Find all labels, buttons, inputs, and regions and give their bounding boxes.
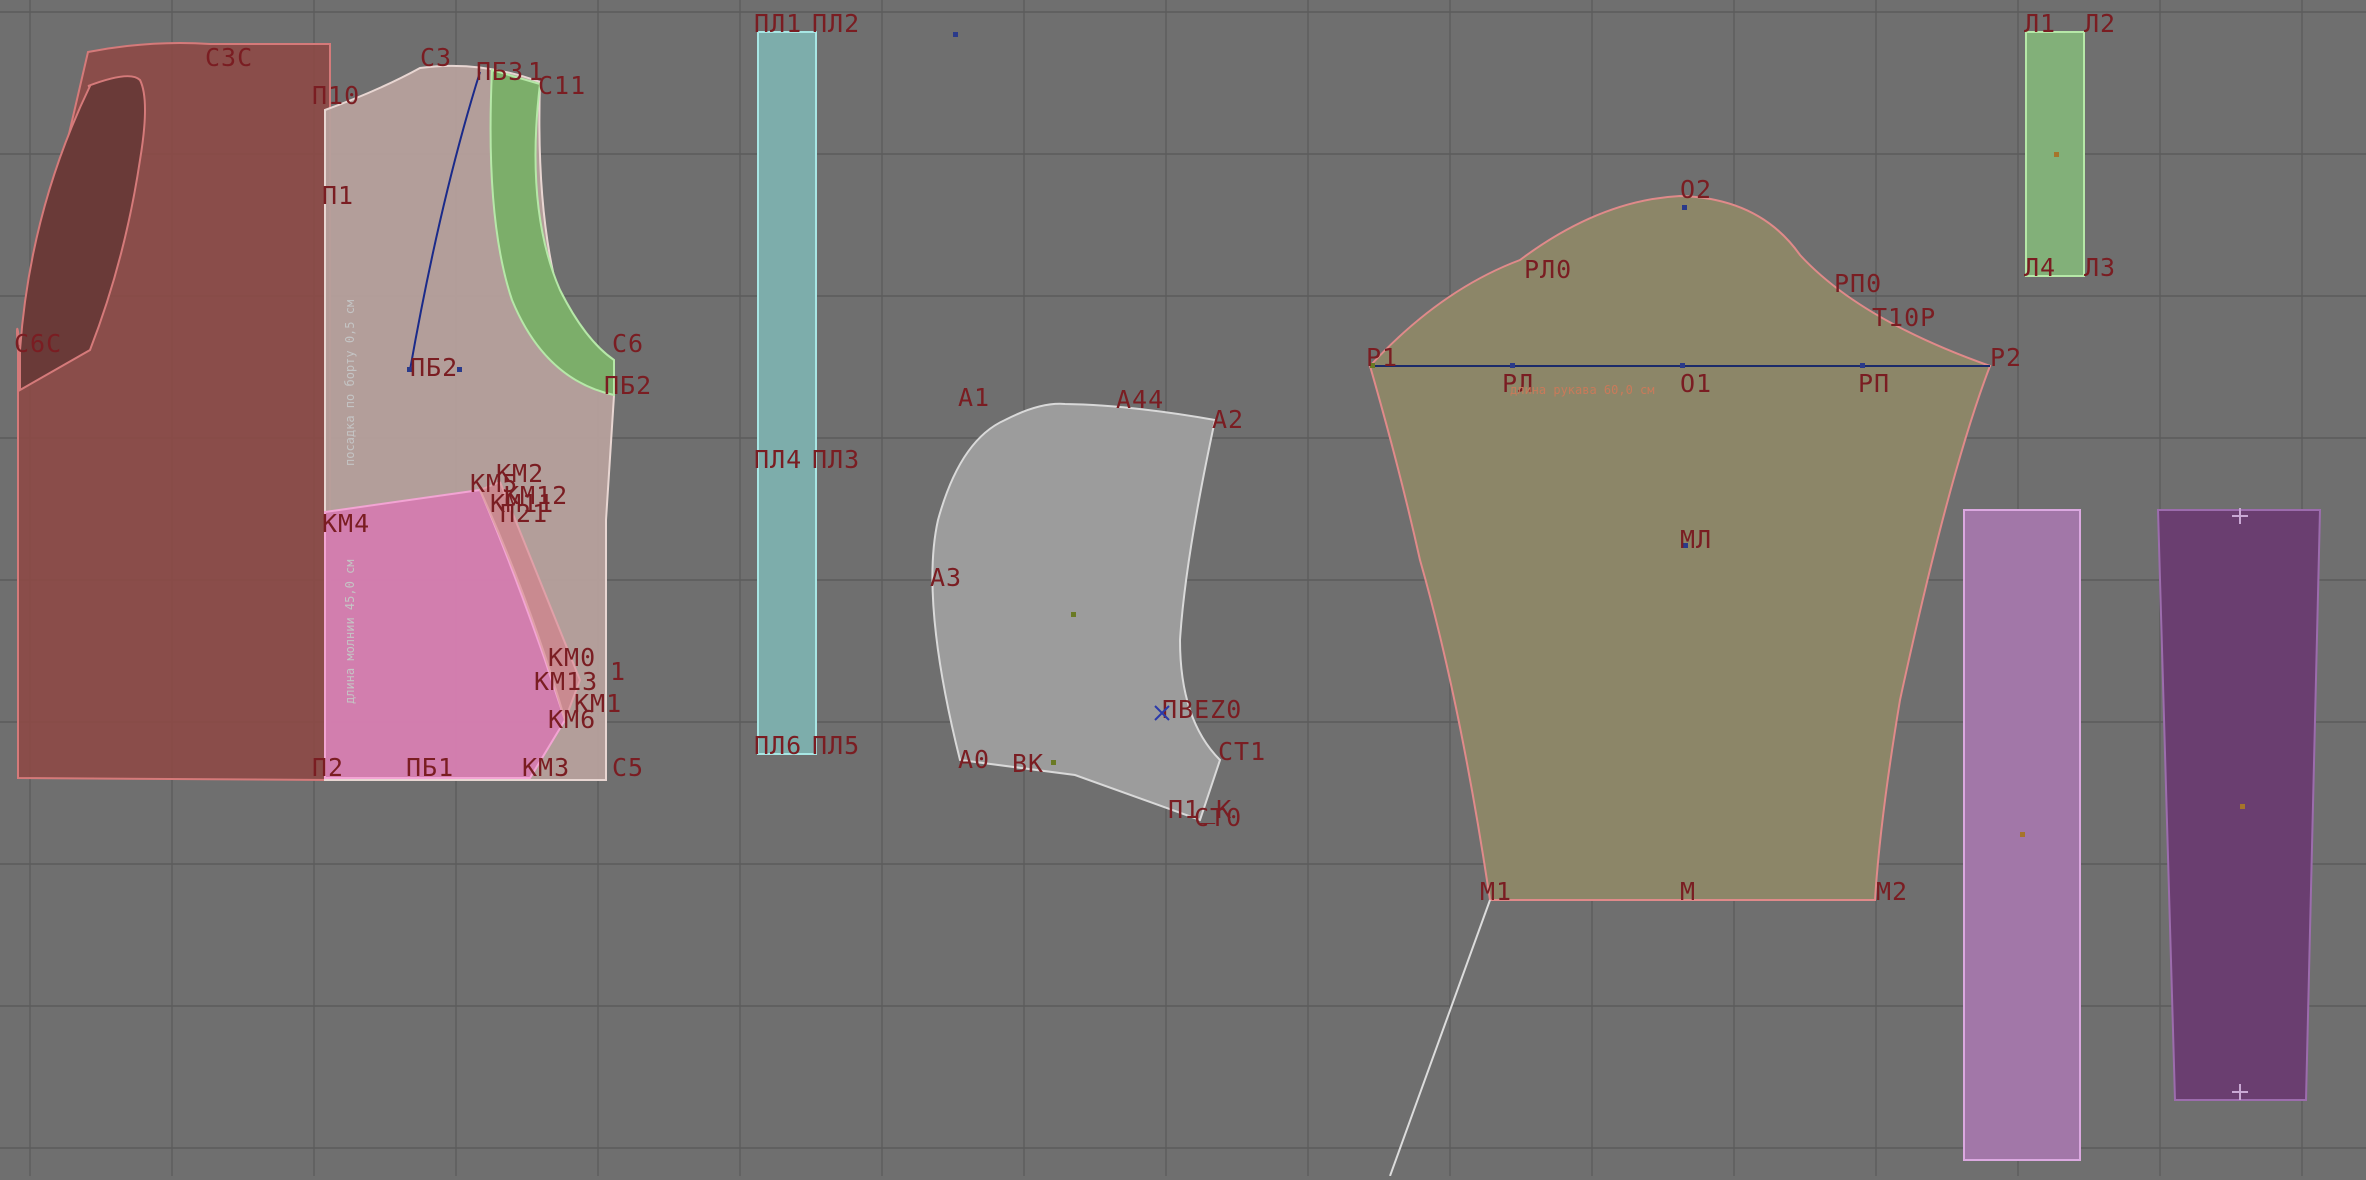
label-rp0: РП0 bbox=[1834, 269, 1882, 298]
label-pl2: ПЛ2 bbox=[812, 9, 860, 38]
label-pl5: ПЛ5 bbox=[812, 731, 860, 760]
edge-ease-note: посадка по борту 0,5 см bbox=[343, 300, 357, 466]
label-a0: А0 bbox=[958, 745, 990, 774]
cuff-piece[interactable] bbox=[2156, 508, 2322, 1101]
label-a44: А44 bbox=[1116, 385, 1164, 414]
back-piece[interactable] bbox=[16, 42, 331, 782]
label-ml: МЛ bbox=[1680, 525, 1712, 554]
label-km6: КМ6 bbox=[548, 705, 596, 734]
zipper-length-note: длина молнии 45,0 см bbox=[343, 560, 357, 705]
label-r1: Р1 bbox=[1366, 343, 1398, 372]
label-st0: СТ0 bbox=[1194, 803, 1242, 832]
label-a1: А1 bbox=[958, 383, 990, 412]
label-p10: П10 bbox=[312, 81, 360, 110]
label-s3: С3 bbox=[420, 43, 452, 72]
label-p2: П2 bbox=[312, 753, 344, 782]
label-p21: П21 bbox=[500, 499, 548, 528]
cuff-panel[interactable] bbox=[2156, 509, 2322, 1101]
label-m: М bbox=[1680, 877, 1696, 906]
label-s6s: С6С bbox=[14, 329, 62, 358]
sleeve-piece[interactable] bbox=[1368, 194, 1992, 1177]
label-pvez0: ПВЕZ0 bbox=[1162, 695, 1242, 724]
label-p1: П1 bbox=[322, 181, 354, 210]
label-s6: С6 bbox=[612, 329, 644, 358]
label-o2: О2 bbox=[1680, 175, 1712, 204]
label-km4: КМ4 bbox=[322, 509, 370, 538]
label-pb3: ПБ3 bbox=[476, 57, 524, 86]
label-st1: СТ1 bbox=[1218, 737, 1266, 766]
pattern-canvas[interactable]: С3С С6С П10 С3 ПБ3 1 С11 П1 ПБ2 С6 ПБ2 К… bbox=[0, 0, 2366, 1177]
label-s3s: С3С bbox=[205, 43, 253, 72]
label-l3: Л3 bbox=[2084, 253, 2116, 282]
label-pb2: ПБ2 bbox=[410, 353, 458, 382]
label-rp: РП bbox=[1858, 369, 1890, 398]
label-m2: М2 bbox=[1876, 877, 1908, 906]
label-a2: А2 bbox=[1212, 405, 1244, 434]
sleeve-length-note: длина рукава 60,0 см bbox=[1510, 383, 1655, 397]
label-pl6: ПЛ6 bbox=[754, 731, 802, 760]
label-pl4: ПЛ4 bbox=[754, 445, 802, 474]
label-l1: Л1 bbox=[2024, 9, 2056, 38]
sleeve-guide-line bbox=[1389, 899, 1491, 1177]
label-l2: Л2 bbox=[2084, 9, 2116, 38]
label-km1-right: 1 bbox=[610, 657, 626, 686]
label-rl0: РЛ0 bbox=[1524, 255, 1572, 284]
label-vk: ВК bbox=[1012, 749, 1044, 778]
label-s11: С11 bbox=[538, 71, 586, 100]
label-o1: О1 bbox=[1680, 369, 1712, 398]
label-l4: Л4 bbox=[2024, 253, 2056, 282]
strip-piece[interactable] bbox=[757, 31, 817, 755]
label-pb2-right: ПБ2 bbox=[604, 371, 652, 400]
strip-panel[interactable] bbox=[757, 31, 817, 755]
label-a3: А3 bbox=[930, 563, 962, 592]
label-m1: М1 bbox=[1480, 877, 1512, 906]
label-s5: С5 bbox=[612, 753, 644, 782]
label-pl1: ПЛ1 bbox=[754, 9, 802, 38]
label-pb1: ПБ1 bbox=[406, 753, 454, 782]
label-pl3: ПЛ3 bbox=[812, 445, 860, 474]
pattern-drawing[interactable]: С3С С6С П10 С3 ПБ3 1 С11 П1 ПБ2 С6 ПБ2 К… bbox=[0, 0, 2366, 1177]
label-r2: Р2 bbox=[1990, 343, 2022, 372]
label-t10r: Т10Р bbox=[1872, 303, 1936, 332]
label-km3: КМ3 bbox=[522, 753, 570, 782]
